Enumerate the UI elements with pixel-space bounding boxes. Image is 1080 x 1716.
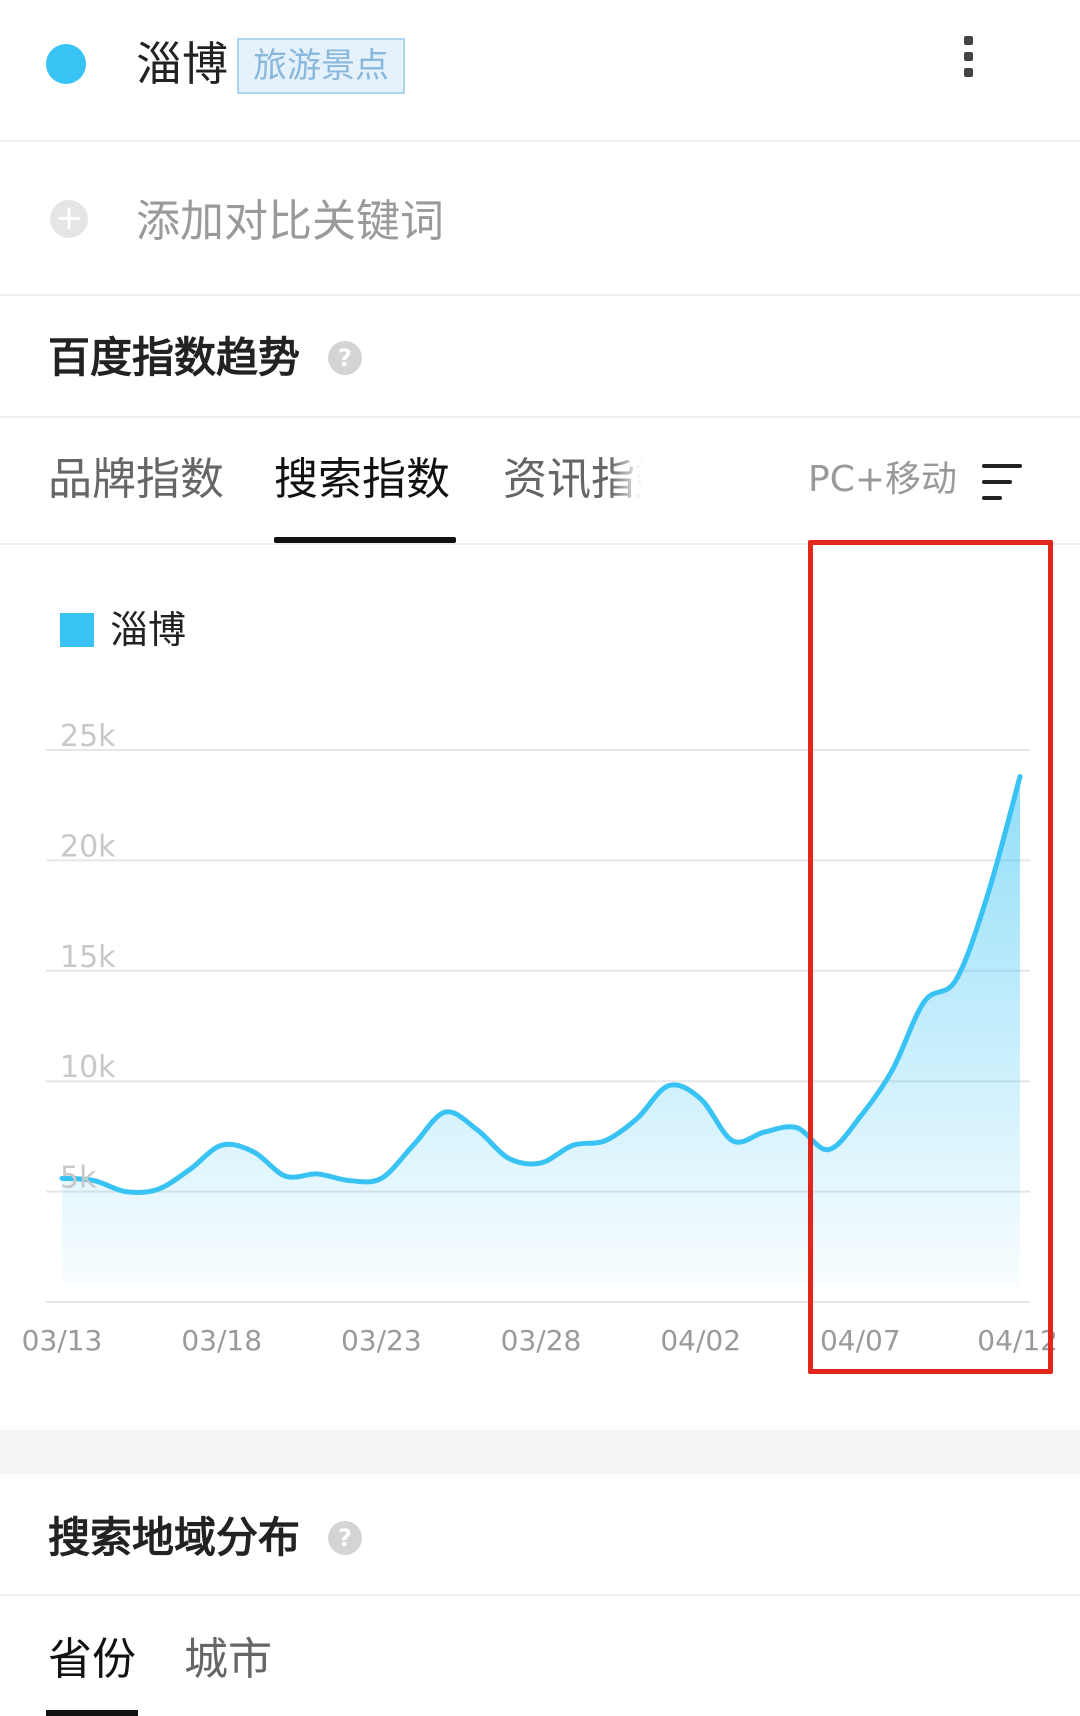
help-icon[interactable]: ? bbox=[328, 1521, 362, 1555]
tab-scroll-fade bbox=[610, 446, 650, 516]
active-region-tab-indicator bbox=[46, 1710, 138, 1716]
y-tick-label: 15k bbox=[60, 940, 116, 975]
tab-brand-index[interactable]: 品牌指数 bbox=[48, 450, 224, 510]
more-vertical-icon[interactable] bbox=[958, 36, 978, 86]
region-section-title: 搜索地域分布 bbox=[48, 1513, 301, 1562]
plus-circle-icon[interactable]: + bbox=[50, 200, 88, 238]
x-tick-label: 03/18 bbox=[181, 1324, 262, 1357]
keyword-name: 淄博 bbox=[136, 37, 228, 91]
y-tick-label: 10k bbox=[60, 1050, 116, 1085]
filter-lines-icon[interactable] bbox=[982, 462, 1026, 502]
divider bbox=[0, 294, 1080, 296]
legend-label: 淄博 bbox=[110, 608, 187, 652]
keyword-color-dot bbox=[46, 44, 86, 84]
add-compare-keyword-label[interactable]: 添加对比关键词 bbox=[136, 192, 444, 252]
device-filter-label[interactable]: PC+移动 bbox=[808, 452, 957, 508]
x-tick-label: 03/13 bbox=[22, 1324, 103, 1357]
y-tick-label: 25k bbox=[60, 719, 116, 754]
divider bbox=[0, 1594, 1080, 1596]
highlight-annotation-box bbox=[808, 540, 1053, 1374]
divider bbox=[0, 416, 1080, 418]
tab-search-index[interactable]: 搜索指数 bbox=[274, 450, 450, 510]
x-tick-label: 03/23 bbox=[341, 1324, 422, 1357]
tab-province[interactable]: 省份 bbox=[48, 1630, 136, 1690]
keyword-category-tag[interactable]: 旅游景点 bbox=[237, 38, 405, 94]
x-tick-label: 03/28 bbox=[501, 1324, 582, 1357]
x-tick-label: 04/02 bbox=[660, 1324, 741, 1357]
help-icon[interactable]: ? bbox=[328, 341, 362, 375]
tab-city[interactable]: 城市 bbox=[184, 1630, 272, 1690]
y-tick-label: 5k bbox=[60, 1161, 97, 1196]
keyword-row: 淄博 旅游景点 bbox=[0, 0, 1080, 140]
y-tick-label: 20k bbox=[60, 829, 116, 864]
legend-swatch bbox=[60, 613, 94, 647]
section-spacer bbox=[0, 1430, 1080, 1474]
trend-section-title: 百度指数趋势 bbox=[48, 333, 301, 382]
add-compare-row[interactable]: + 添加对比关键词 bbox=[0, 142, 1080, 294]
